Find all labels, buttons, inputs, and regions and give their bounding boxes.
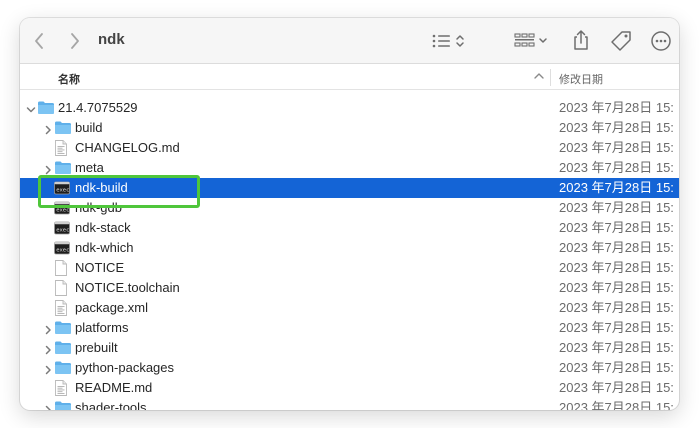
file-date-modified: 2023 年7月28日 15: — [559, 340, 674, 355]
tag-button[interactable] — [609, 28, 633, 54]
file-date-modified: 2023 年7月28日 15: — [559, 280, 674, 295]
file-date-modified: 2023 年7月28日 15: — [559, 100, 674, 115]
file-date-modified: 2023 年7月28日 15: — [559, 260, 674, 275]
file-name: ndk-which — [75, 240, 134, 255]
file-row[interactable]: prebuilt 2023 年7月28日 15: — [20, 338, 679, 358]
file-date-modified: 2023 年7月28日 15: — [559, 200, 674, 215]
column-header: 名称 修改日期 — [20, 65, 679, 90]
file-row[interactable]: shader-tools 2023 年7月28日 15: — [20, 398, 679, 410]
disclosure-collapsed-icon[interactable] — [43, 402, 53, 410]
list-view-icon — [432, 34, 464, 48]
file-date-modified: 2023 年7月28日 15: — [559, 160, 674, 175]
file-name: NOTICE.toolchain — [75, 280, 180, 295]
grid-group-icon — [514, 33, 547, 47]
file-name: prebuilt — [75, 340, 118, 355]
file-row[interactable]: NOTICE.toolchain 2023 年7月28日 15: — [20, 278, 679, 298]
file-name: build — [75, 120, 103, 135]
file-name: 21.4.7075529 — [58, 100, 138, 115]
file-row[interactable]: exec ndk-stack 2023 年7月28日 15: — [20, 218, 679, 238]
view-mode-button[interactable] — [430, 29, 470, 53]
file-name: README.md — [75, 380, 153, 395]
more-button[interactable] — [650, 28, 679, 54]
file-name: NOTICE — [75, 260, 125, 275]
file-row[interactable]: build 2023 年7月28日 15: — [20, 118, 679, 138]
tag-icon — [611, 31, 631, 51]
file-date-modified: 2023 年7月28日 15: — [559, 380, 674, 395]
file-date-modified: 2023 年7月28日 15: — [559, 240, 674, 255]
file-date-modified: 2023 年7月28日 15: — [559, 320, 674, 335]
chevron-left-icon — [35, 33, 43, 49]
file-row[interactable]: package.xml 2023 年7月28日 15: — [20, 298, 679, 318]
file-row[interactable]: python-packages 2023 年7月28日 15: — [20, 358, 679, 378]
file-row[interactable]: README.md 2023 年7月28日 15: — [20, 378, 679, 398]
file-row[interactable]: NOTICE 2023 年7月28日 15: — [20, 258, 679, 278]
file-date-modified: 2023 年7月28日 15: — [559, 140, 674, 155]
file-date-modified: 2023 年7月28日 15: — [559, 360, 674, 375]
file-date-modified: 2023 年7月28日 15: — [559, 220, 674, 235]
file-date-modified: 2023 年7月28日 15: — [559, 120, 674, 135]
file-date-modified: 2023 年7月28日 15: — [559, 400, 674, 410]
forward-button[interactable] — [64, 29, 86, 53]
file-name: python-packages — [75, 360, 175, 375]
file-row[interactable]: platforms 2023 年7月28日 15: — [20, 318, 679, 338]
file-row[interactable]: CHANGELOG.md 2023 年7月28日 15: — [20, 138, 679, 158]
toolbar: ndk — [20, 18, 679, 64]
window-title: ndk — [98, 31, 125, 48]
svg-text:exec: exec — [56, 208, 69, 214]
chevron-right-icon — [71, 33, 79, 49]
file-name: ndk-stack — [75, 220, 131, 235]
svg-text:exec: exec — [56, 248, 69, 254]
share-icon — [574, 30, 588, 50]
folder-icon — [54, 400, 72, 410]
group-button[interactable] — [513, 29, 553, 53]
file-date-modified: 2023 年7月28日 15: — [559, 300, 674, 315]
sort-ascending-icon — [534, 73, 544, 79]
file-date-modified: 2023 年7月28日 15: — [559, 180, 674, 195]
file-list: 21.4.7075529 2023 年7月28日 15: build 2023 年7月… — [20, 98, 679, 410]
file-name: package.xml — [75, 300, 148, 315]
file-name: CHANGELOG.md — [75, 140, 180, 155]
file-name: shader-tools — [75, 400, 147, 410]
ellipsis-circle-icon — [651, 31, 671, 51]
svg-text:exec: exec — [56, 228, 69, 234]
back-button[interactable] — [28, 29, 50, 53]
file-row[interactable]: 21.4.7075529 2023 年7月28日 15: — [20, 98, 679, 118]
name-column-header[interactable]: 名称 — [58, 71, 80, 87]
share-button[interactable] — [569, 26, 593, 54]
file-name: platforms — [75, 320, 129, 335]
date-modified-column-header[interactable]: 修改日期 — [559, 71, 603, 87]
column-divider[interactable] — [550, 69, 551, 86]
annotation-highlight-box — [38, 175, 200, 208]
file-row[interactable]: exec ndk-which 2023 年7月28日 15: — [20, 238, 679, 258]
finder-window: ndk 名称 修改日期 21.4.7075529 2023 年7月28日 15:… — [20, 18, 679, 410]
